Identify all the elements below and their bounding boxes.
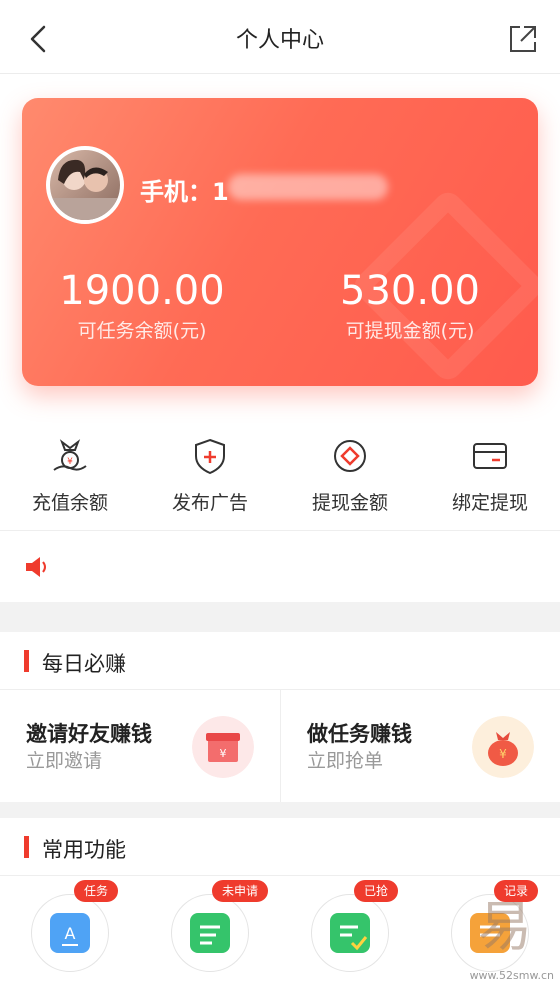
shield-plus-icon	[195, 438, 225, 475]
task-title: 做任务赚钱	[307, 722, 412, 746]
account-card: 手机：1 1900.00 可任务余额(元) 530.00 可提现金额(元)	[22, 98, 538, 386]
status-badge: 未申请	[212, 880, 269, 902]
svg-text:¥: ¥	[499, 747, 507, 761]
invite-subtitle: 立即邀请	[26, 750, 103, 772]
phone-number-masked	[228, 174, 388, 200]
quick-actions: ¥ 充值余额 发布广告 提现金额 绑定提现	[0, 430, 560, 526]
money-bag-icon: ¥	[53, 439, 87, 471]
document-a-icon: A	[50, 913, 90, 953]
recharge-label: 充值余额	[31, 492, 108, 514]
status-badge: 任务	[74, 880, 119, 902]
svg-text:¥: ¥	[220, 747, 227, 760]
daily-earn-section: 每日必赚 邀请好友赚钱 立即邀请 ¥ 做任务赚钱 立即抢单 ¥	[0, 632, 560, 802]
section-marker	[24, 650, 29, 672]
function-item-applications[interactable]	[171, 894, 249, 972]
notice-bar[interactable]	[0, 530, 560, 602]
task-subtitle: 立即抢单	[307, 750, 384, 772]
function-item-grabbed[interactable]	[311, 894, 389, 972]
coin-icon	[334, 440, 366, 472]
svg-text:¥: ¥	[67, 457, 73, 467]
task-card[interactable]: 做任务赚钱 立即抢单 ¥	[280, 690, 560, 802]
page-title: 个人中心	[235, 28, 324, 53]
withdraw-label: 提现金额	[311, 492, 388, 514]
withdrawable-amount: 530.00	[340, 268, 480, 314]
section-title: 每日必赚	[42, 652, 126, 676]
invite-title: 邀请好友赚钱	[26, 722, 152, 746]
svg-text:A: A	[65, 924, 76, 943]
card-icon	[473, 443, 507, 469]
site-watermark: 易 www.52smw.cn	[444, 882, 554, 982]
recharge-button[interactable]: ¥ 充值余额	[0, 430, 140, 526]
publish-ad-label: 发布广告	[171, 492, 248, 514]
section-marker	[24, 836, 29, 858]
section-header: 常用功能	[0, 818, 560, 876]
red-envelope-icon: ¥	[192, 716, 254, 778]
publish-ad-button[interactable]: 发布广告	[140, 430, 280, 526]
withdrawable-label: 可提现金额(元)	[345, 320, 475, 342]
invite-card[interactable]: 邀请好友赚钱 立即邀请 ¥	[0, 690, 280, 802]
watermark-url: www.52smw.cn	[469, 969, 554, 982]
balance-amount: 1900.00	[59, 268, 225, 314]
watermark-logo-icon: 易	[478, 895, 532, 958]
phone-label: 手机：1	[140, 178, 229, 206]
section-title: 常用功能	[42, 838, 126, 862]
earn-grid: 邀请好友赚钱 立即邀请 ¥ 做任务赚钱 立即抢单 ¥	[0, 690, 560, 802]
share-icon[interactable]	[506, 22, 540, 56]
document-check-icon	[330, 913, 370, 953]
withdraw-button[interactable]: 提现金额	[280, 430, 420, 526]
document-list-icon	[190, 913, 230, 953]
function-item-tasks[interactable]: A	[31, 894, 109, 972]
speaker-icon	[26, 557, 46, 577]
balance-label: 可任务余额(元)	[77, 320, 207, 342]
status-badge: 已抢	[354, 880, 399, 902]
top-nav-bar: 个人中心	[0, 0, 560, 74]
bind-withdraw-label: 绑定提现	[451, 492, 528, 514]
money-sack-icon: ¥	[472, 716, 534, 778]
bind-withdraw-button[interactable]: 绑定提现	[420, 430, 560, 526]
section-header: 每日必赚	[0, 632, 560, 690]
avatar[interactable]	[46, 146, 124, 224]
